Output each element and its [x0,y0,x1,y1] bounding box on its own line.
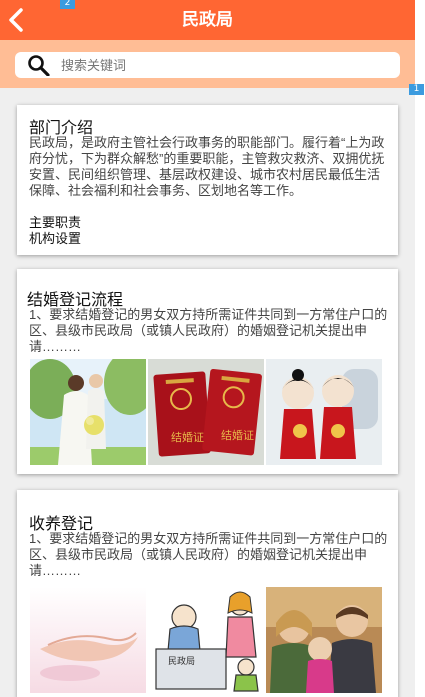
certificate-label: 结婚证 [171,430,204,444]
certificate-label: 结婚证 [221,428,254,442]
debug-badge: 2 [60,0,75,9]
office-sign: 民政局 [168,655,195,667]
organization-link[interactable]: 机构设置 [29,231,81,247]
search-icon [28,55,50,76]
search-input[interactable] [61,52,381,78]
search-bar [0,40,415,88]
family-photo [266,587,382,693]
article-summary: 1、要求结婚登记的男女双方持所需证件共同到一方常住户口的区、县级市民政局（或镇人… [29,531,388,578]
article-card-marriage[interactable]: 结婚登记流程 1、要求结婚登记的男女双方持所需证件共同到一方常住户口的区、县级市… [17,269,398,474]
wedding-dolls-photo [266,359,382,465]
wedding-couple-photo [30,359,146,465]
marriage-certificates-photo: 结婚证 结婚证 [148,359,264,465]
debug-badge: 1 [409,84,424,95]
app-screen: 民政局 部门介绍 民政局，是政府主管社会行政事务的职能部门。履行着“上为政府分忧… [0,0,415,697]
search-box[interactable] [15,52,400,78]
article-card-adoption[interactable]: 收养登记 1、要求结婚登记的男女双方持所需证件共同到一方常住户口的区、县级市民政… [17,490,398,697]
caring-hands-photo [30,587,146,693]
article-images: 民政局 [30,587,382,693]
article-images: 结婚证 结婚证 [30,359,382,465]
intro-card: 部门介绍 民政局，是政府主管社会行政事务的职能部门。履行着“上为政府分忧，下为群… [17,105,398,255]
main-duties-link[interactable]: 主要职责 [29,215,81,231]
civil-affairs-office-illustration: 民政局 [148,587,264,693]
article-summary: 1、要求结婚登记的男女双方持所需证件共同到一方常住户口的区、县级市民政局（或镇人… [29,307,388,354]
intro-text: 民政局，是政府主管社会行政事务的职能部门。履行着“上为政府分忧，下为群众解愁”的… [29,135,385,198]
